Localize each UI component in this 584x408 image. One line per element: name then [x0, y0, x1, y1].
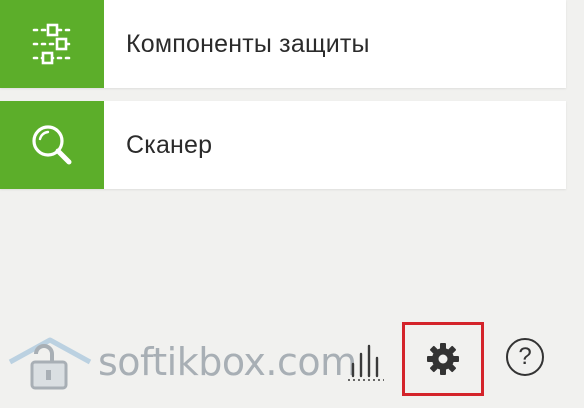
- protection-components-label: Компоненты защиты: [126, 29, 370, 58]
- protection-components-icon-box: [0, 0, 104, 88]
- scanner-button[interactable]: Сканер: [0, 101, 566, 189]
- watermark: softikbox.com: [6, 332, 357, 392]
- scanner-icon-box: [0, 101, 104, 189]
- gear-icon: [427, 343, 459, 375]
- watermark-lock-icon: [8, 337, 92, 390]
- question-icon: ?: [518, 343, 532, 370]
- app-window: Компоненты защиты Сканер softikbox.com ?: [0, 0, 584, 408]
- settings-button[interactable]: [402, 322, 484, 396]
- protection-components-button[interactable]: Компоненты защиты: [0, 0, 566, 88]
- help-button[interactable]: ?: [506, 338, 544, 376]
- bottom-toolbar: softikbox.com ?: [0, 318, 584, 408]
- sliders-icon: [32, 23, 72, 65]
- watermark-text: softikbox.com: [98, 340, 357, 384]
- bar-chart-icon: [348, 344, 384, 381]
- scanner-label: Сканер: [126, 130, 213, 159]
- statistics-button[interactable]: [343, 338, 389, 384]
- magnifier-icon: [32, 125, 72, 165]
